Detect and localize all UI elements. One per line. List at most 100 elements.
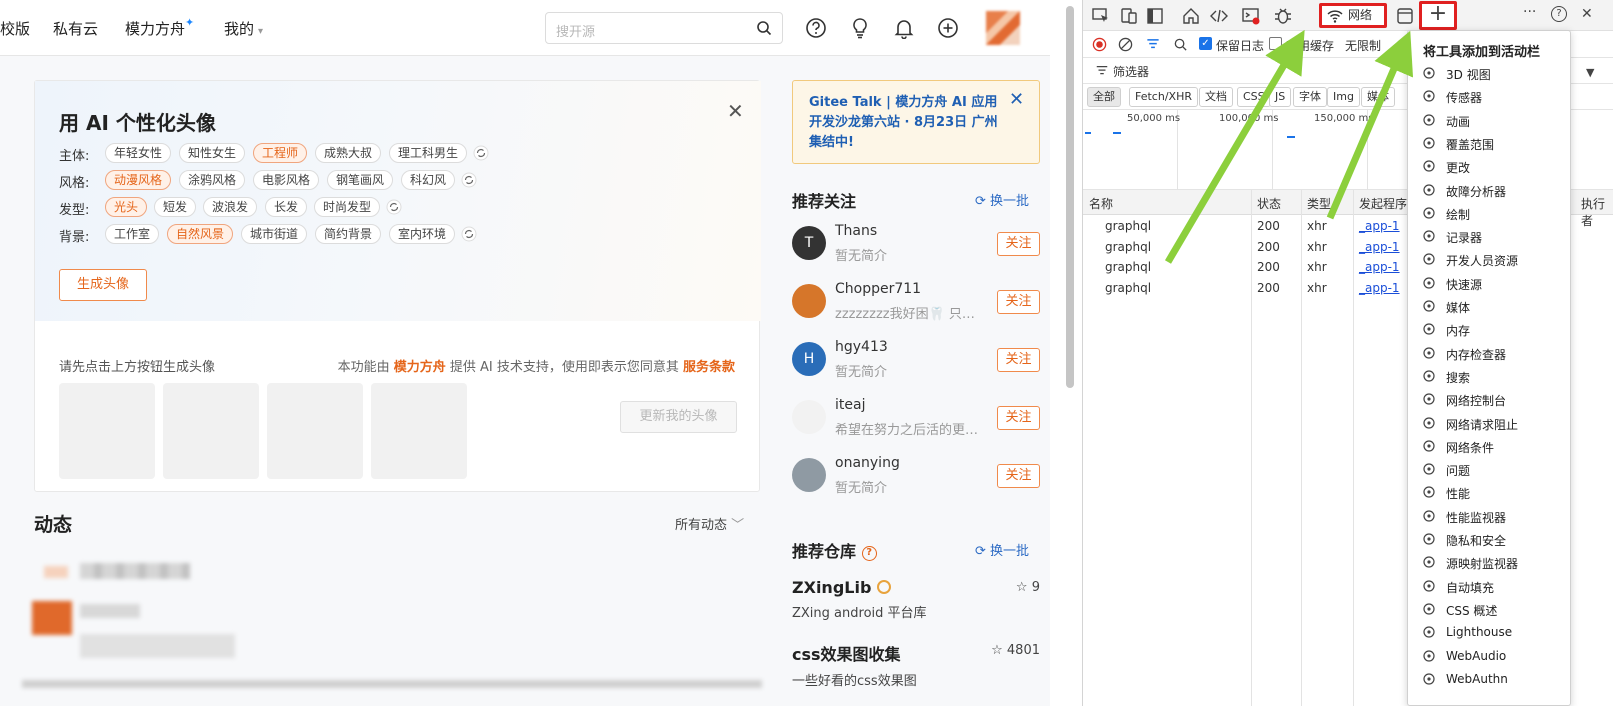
follow-button[interactable]: 关注 [997,232,1040,256]
terms-link[interactable]: 服务条款 [683,360,735,375]
lightbulb-icon[interactable] [849,17,871,39]
record-icon[interactable] [1092,37,1107,52]
close-icon[interactable]: ✕ [1009,89,1024,110]
avatar[interactable] [792,284,826,318]
add-tool-button[interactable]: + [1419,1,1457,30]
tag-option[interactable]: 工程师 [253,143,308,163]
tag-option[interactable]: 知性女生 [179,143,246,163]
type-filter-button[interactable]: 媒体 [1361,87,1395,107]
avatar[interactable]: T [792,226,826,260]
bug-icon[interactable] [1273,6,1293,26]
avatar[interactable] [792,400,826,434]
request-initiator-link[interactable]: _app-1 [1359,240,1400,254]
tab-network[interactable]: 网络 [1319,3,1387,28]
follow-button[interactable]: 关注 [997,290,1040,314]
bell-icon[interactable] [893,17,915,39]
throttle-dropdown[interactable]: 无限制 [1345,37,1381,54]
tag-option[interactable]: 室内环境 [389,224,456,244]
generate-avatar-button[interactable]: 生成头像 [59,269,147,301]
user-name[interactable]: Thans [835,223,877,239]
nav-item-moli[interactable]: 模力方舟✦ [125,16,194,39]
follow-button[interactable]: 关注 [997,464,1040,488]
tag-option[interactable]: 理工科男生 [389,143,468,163]
request-initiator-link[interactable]: _app-1 [1359,260,1400,274]
repo-item[interactable]: css效果图收集 一些好看的css效果图 ☆ 4801 [792,641,1040,689]
search-icon[interactable] [1173,37,1188,52]
user-name[interactable]: onanying [835,455,900,471]
preserve-log-checkbox[interactable]: ✓ [1199,37,1212,50]
recommended-user[interactable]: iteaj 希望在努力之后活的更好一点关注 [792,395,1040,445]
user-avatar[interactable] [986,11,1020,45]
tag-option[interactable]: 城市街道 [241,224,308,244]
tag-option[interactable]: 电影风格 [253,170,320,190]
help-icon[interactable]: ? [1551,6,1567,22]
repo-item[interactable]: ZXingLib ZXing android 平台库 ☆ 9 [792,578,1040,621]
search-input[interactable]: 搜开源 [545,12,783,44]
tag-option[interactable]: 光头 [105,197,148,217]
tag-option[interactable]: 科幻风 [401,170,456,190]
tag-option[interactable]: 成熟大叔 [315,143,382,163]
refresh-icon[interactable] [386,199,402,215]
more-icon[interactable]: ··· [1523,4,1536,20]
tag-option[interactable]: 钢笔画风 [327,170,394,190]
swap-repos-button[interactable]: ⟳ 换一批 [975,540,1029,559]
tag-option[interactable]: 年轻女性 [105,143,172,163]
elements-icon[interactable] [1209,6,1229,26]
refresh-icon[interactable] [461,226,477,242]
powered-brand-link[interactable]: 模力方舟 [394,360,446,375]
column-name[interactable]: 名称 [1089,195,1113,212]
inspect-icon[interactable] [1091,6,1111,26]
home-icon[interactable] [1181,6,1201,26]
event-banner[interactable]: Gitee Talk | 模力方舟 AI 应用开发沙龙第六站 · 8月23日 广… [792,80,1040,164]
column-type[interactable]: 类型 [1307,195,1331,212]
clear-icon[interactable] [1118,37,1133,52]
tag-option[interactable]: 简约背景 [315,224,382,244]
type-filter-button[interactable]: JS [1269,87,1292,107]
repo-name[interactable]: ZXingLib [792,578,871,597]
nav-item-mine[interactable]: 我的 ▾ [224,18,263,39]
swap-batch-button[interactable]: ⟳ 换一批 [975,190,1029,209]
user-name[interactable]: hgy413 [835,339,888,355]
filter-funnel-icon[interactable] [1145,37,1161,52]
filter-input[interactable]: 筛选器 [1113,63,1149,80]
recommended-user[interactable]: onanying 暂无简介 关注 [792,453,1040,503]
follow-button[interactable]: 关注 [997,348,1040,372]
repo-stars[interactable]: ☆ 9 [1016,580,1040,595]
disable-cache-checkbox[interactable] [1269,37,1282,50]
tag-option[interactable]: 时尚发型 [314,197,381,217]
close-icon[interactable]: ✕ [727,99,744,123]
avatar[interactable] [792,458,826,492]
refresh-icon[interactable] [473,145,489,161]
type-filter-button[interactable]: Fetch/XHR [1129,87,1198,107]
type-filter-button[interactable]: CSS [1237,87,1271,107]
sidebar-toggle-icon[interactable] [1145,6,1165,26]
feed-filter-dropdown[interactable]: 所有动态 ﹀ [675,514,744,533]
avatar[interactable]: H [792,342,826,376]
type-filter-button[interactable]: 文档 [1199,87,1233,107]
tag-option[interactable]: 短发 [154,197,197,217]
console-icon[interactable] [1241,6,1261,26]
help-icon[interactable] [805,17,827,39]
type-filter-button[interactable]: Img [1327,87,1360,107]
request-initiator-link[interactable]: _app-1 [1359,219,1400,233]
request-initiator-link[interactable]: _app-1 [1359,281,1400,295]
plus-circle-icon[interactable] [937,17,959,39]
tag-option[interactable]: 自然风景 [167,224,234,244]
follow-button[interactable]: 关注 [997,406,1040,430]
type-filter-button[interactable]: 全部 [1087,87,1121,107]
repo-stars[interactable]: ☆ 4801 [991,643,1040,658]
tag-option[interactable]: 波浪发 [203,197,258,217]
nav-item-edition[interactable]: 校版 [0,18,30,39]
tag-option[interactable]: 动漫风格 [105,170,172,190]
column-status[interactable]: 状态 [1257,195,1281,212]
device-emulation-icon[interactable] [1119,6,1139,26]
type-filter-button[interactable]: 字体 [1293,87,1327,107]
tag-option[interactable]: 长发 [265,197,308,217]
overflow-chevron-icon[interactable]: ▼ [1586,66,1594,79]
tag-option[interactable]: 工作室 [105,224,160,244]
recommended-user[interactable]: Chopper711 zzzzzzzz我好困🦷 只想睡觉 关注 [792,279,1040,329]
column-initiator[interactable]: 发起程序 [1359,195,1407,212]
tag-option[interactable]: 涂鸦风格 [179,170,246,190]
application-icon[interactable] [1395,6,1415,26]
recommended-user[interactable]: T Thans 暂无简介 关注 [792,221,1040,271]
